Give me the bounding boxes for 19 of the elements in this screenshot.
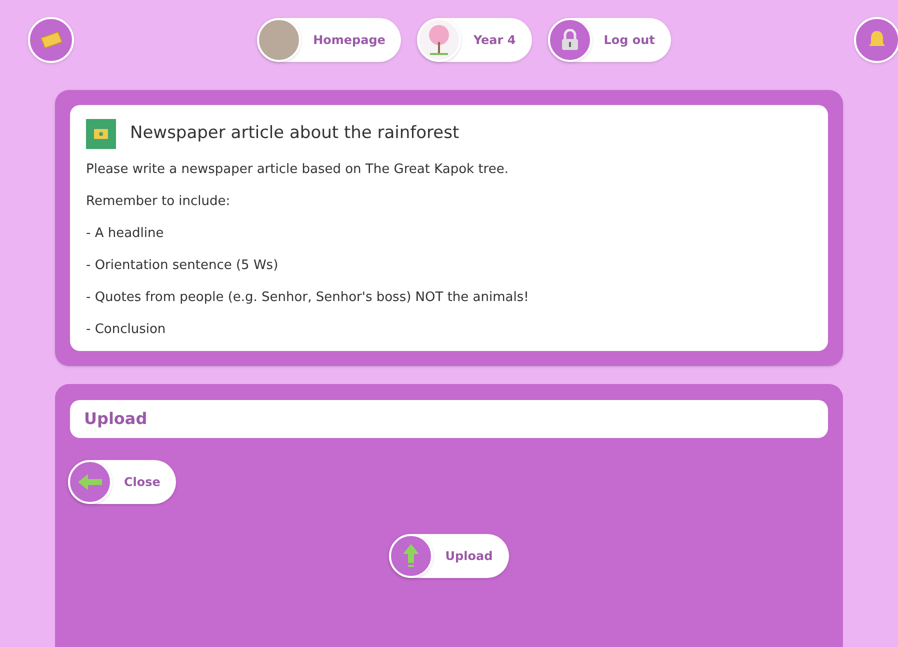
task-text: Please write a newspaper article based on The Great Kapok tree. [86, 161, 510, 179]
upload-heading: Upload [70, 400, 828, 438]
nav-button[interactable]: Homepage [257, 18, 402, 62]
task-title: Newspaper article about the rainforest [130, 122, 460, 146]
folder-icon [86, 119, 116, 149]
ticket-icon[interactable] [28, 17, 74, 63]
close-button[interactable]: Close [68, 460, 176, 504]
bell-icon[interactable] [854, 17, 898, 63]
task-text: Remember to include: [86, 193, 232, 211]
task-text: - Conclusion [86, 321, 167, 339]
task-text: - A headline [86, 225, 165, 243]
tree-icon [417, 18, 462, 62]
lock-icon [548, 18, 592, 62]
task-text: - Orientation sentence (5 Ws) [86, 257, 280, 275]
nav-button[interactable]: Log out [548, 18, 671, 62]
task-text: - Quotes from people (e.g. Senhor, Senhor's boss) NOT the animals! [86, 289, 530, 307]
photo-placeholder [257, 18, 302, 62]
nav-button[interactable]: Year 4 [417, 18, 532, 62]
upload-button[interactable]: Upload [389, 534, 509, 578]
